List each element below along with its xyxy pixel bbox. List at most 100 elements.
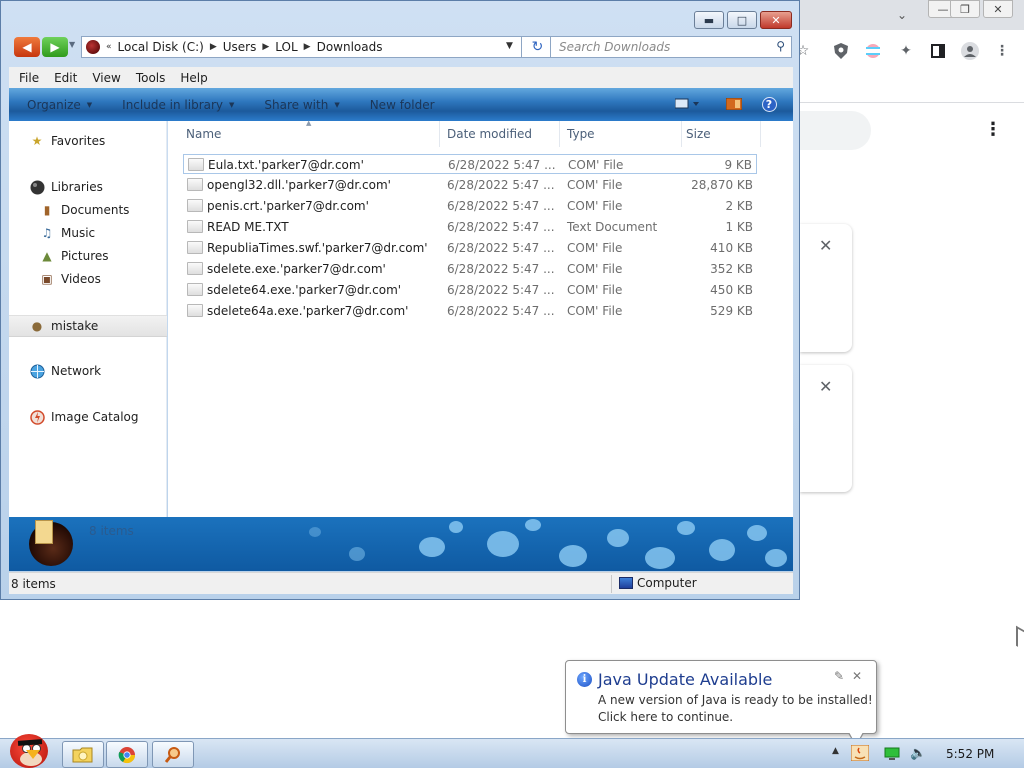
- volume-icon[interactable]: 🔈: [910, 747, 926, 760]
- magnifier-icon: [164, 746, 180, 763]
- file-size: 410 KB: [710, 241, 753, 255]
- file-name: sdelete64a.exe.'parker7@dr.com': [207, 304, 409, 318]
- menu-help[interactable]: Help: [180, 71, 215, 85]
- file-row[interactable]: opengl32.dll.'parker7@dr.com' 6/28/2022 …: [183, 175, 757, 195]
- extension-flag-icon[interactable]: [864, 42, 882, 60]
- nav-item-mistake[interactable]: ● mistake: [9, 315, 167, 337]
- browser-menu-icon[interactable]: ⋮: [993, 42, 1011, 60]
- address-history-dropdown-icon[interactable]: ▼: [506, 41, 513, 51]
- forward-button[interactable]: ▶: [42, 37, 68, 57]
- column-size-label: Size: [686, 127, 711, 141]
- taskbar-clock[interactable]: 5:52 PM: [946, 747, 994, 761]
- tab-search-chevron-icon[interactable]: ⌄: [897, 8, 907, 22]
- start-button[interactable]: [4, 730, 52, 768]
- nav-item-network[interactable]: Network: [9, 361, 167, 381]
- page-card-close-icon[interactable]: ✕: [819, 379, 832, 395]
- include-in-library-button[interactable]: Include in library ▼: [122, 98, 234, 112]
- help-question-icon: ?: [761, 96, 777, 112]
- taskbar-chrome-button[interactable]: [106, 741, 148, 768]
- nav-item-documents[interactable]: ▮ Documents: [9, 200, 167, 220]
- column-header-date[interactable]: Date modified: [440, 121, 560, 147]
- page-more-options-icon[interactable]: ⋮: [984, 121, 1002, 139]
- close-button[interactable]: ✕: [760, 11, 792, 29]
- nav-item-image-catalog[interactable]: Image Catalog: [9, 407, 167, 427]
- new-folder-button[interactable]: New folder: [370, 98, 435, 112]
- back-button[interactable]: ◀: [14, 37, 40, 57]
- file-type: COM' File: [567, 283, 623, 297]
- profile-avatar-icon[interactable]: [961, 42, 979, 60]
- maximize-button[interactable]: □: [727, 11, 757, 29]
- refresh-icon[interactable]: ↻: [521, 36, 553, 58]
- page-search-pill[interactable]: [800, 111, 871, 150]
- share-with-button[interactable]: Share with ▼: [264, 98, 339, 112]
- file-row[interactable]: READ ME.TXT 6/28/2022 5:47 ... Text Docu…: [183, 217, 757, 237]
- menu-tools[interactable]: Tools: [136, 71, 174, 85]
- help-icon[interactable]: ?: [761, 96, 777, 112]
- browser-close-button[interactable]: ✕: [983, 0, 1013, 18]
- breadcrumb-overflow-icon[interactable]: «: [106, 42, 112, 52]
- file-row[interactable]: RepubliaTimes.swf.'parker7@dr.com' 6/28/…: [183, 238, 757, 258]
- status-location: Computer: [619, 576, 697, 590]
- nav-item-music[interactable]: ♫ Music: [9, 223, 167, 243]
- java-update-notification[interactable]: i Java Update Available A new version of…: [565, 660, 877, 734]
- breadcrumb-separator-icon[interactable]: ▶: [210, 42, 217, 52]
- preview-pane-icon[interactable]: [725, 97, 743, 111]
- breadcrumb-downloads[interactable]: Downloads: [317, 40, 383, 54]
- column-name-label: Name: [186, 127, 222, 141]
- menu-view[interactable]: View: [92, 71, 128, 85]
- extensions-puzzle-icon[interactable]: ✦: [897, 42, 915, 60]
- nav-item-videos[interactable]: ▣ Videos: [9, 269, 167, 289]
- ublock-shield-icon[interactable]: [832, 42, 850, 60]
- minimize-button[interactable]: ▬: [694, 11, 724, 29]
- column-header-name[interactable]: Name: [168, 121, 440, 147]
- breadcrumb-local-disk[interactable]: Local Disk (C:): [118, 40, 204, 54]
- search-input[interactable]: [559, 40, 769, 54]
- show-hidden-icons-icon[interactable]: ▲: [832, 747, 839, 756]
- page-card-close-icon[interactable]: ✕: [819, 238, 832, 254]
- chevron-down-icon: ▼: [334, 100, 340, 109]
- column-header-type[interactable]: Type: [560, 121, 682, 147]
- file-type: Text Document: [567, 220, 658, 234]
- breadcrumb-separator-icon[interactable]: ▶: [262, 42, 269, 52]
- nav-item-favorites[interactable]: ★ Favorites: [9, 131, 167, 151]
- details-item-count: 8 items: [89, 524, 134, 538]
- computer-icon: [619, 577, 633, 589]
- nav-item-libraries[interactable]: Libraries: [9, 177, 167, 197]
- file-date: 6/28/2022 5:47 ...: [447, 241, 555, 255]
- notification-close-icon[interactable]: ✕: [852, 670, 862, 682]
- network-tray-icon[interactable]: [884, 747, 900, 761]
- explorer-titlebar[interactable]: ▬ □ ✕: [1, 1, 799, 35]
- breadcrumb-lol[interactable]: LOL: [275, 40, 297, 54]
- organize-button[interactable]: Organize ▼: [27, 98, 92, 112]
- file-row[interactable]: sdelete64a.exe.'parker7@dr.com' 6/28/202…: [183, 301, 757, 321]
- file-row[interactable]: Eula.txt.'parker7@dr.com' 6/28/2022 5:47…: [183, 154, 757, 174]
- taskbar-search-app-button[interactable]: [152, 741, 194, 768]
- taskbar-explorer-button[interactable]: [62, 741, 104, 768]
- file-date: 6/28/2022 5:47 ...: [448, 158, 556, 172]
- notification-options-icon[interactable]: ✎: [834, 670, 844, 682]
- search-box: ⚲: [550, 36, 792, 58]
- notification-link[interactable]: Click here to continue.: [598, 710, 733, 724]
- breadcrumb-separator-icon[interactable]: ▶: [304, 42, 311, 52]
- text-document-icon: [187, 220, 203, 233]
- search-icon[interactable]: ⚲: [776, 40, 785, 52]
- browser-restore-button[interactable]: ❐: [950, 0, 980, 18]
- breadcrumb-users[interactable]: Users: [223, 40, 257, 54]
- nav-item-pictures[interactable]: ▲ Pictures: [9, 246, 167, 266]
- file-row[interactable]: sdelete64.exe.'parker7@dr.com' 6/28/2022…: [183, 280, 757, 300]
- column-header-size[interactable]: Size: [682, 121, 761, 147]
- file-row[interactable]: sdelete.exe.'parker7@dr.com' 6/28/2022 5…: [183, 259, 757, 279]
- recent-pages-dropdown-icon[interactable]: ▼: [69, 41, 75, 49]
- notification-message: A new version of Java is ready to be ins…: [598, 693, 873, 707]
- menu-file[interactable]: File: [19, 71, 47, 85]
- file-size: 28,870 KB: [691, 178, 753, 192]
- java-update-tray-icon[interactable]: [851, 745, 869, 761]
- decor-bubble: [747, 525, 767, 541]
- decor-bubble: [525, 519, 541, 531]
- address-bar[interactable]: « Local Disk (C:) ▶ Users ▶ LOL ▶ Downlo…: [81, 36, 553, 58]
- file-row[interactable]: penis.crt.'parker7@dr.com' 6/28/2022 5:4…: [183, 196, 757, 216]
- file-date: 6/28/2022 5:47 ...: [447, 262, 555, 276]
- menu-edit[interactable]: Edit: [54, 71, 85, 85]
- side-panel-icon[interactable]: [929, 42, 947, 60]
- change-view-icon[interactable]: [671, 97, 705, 111]
